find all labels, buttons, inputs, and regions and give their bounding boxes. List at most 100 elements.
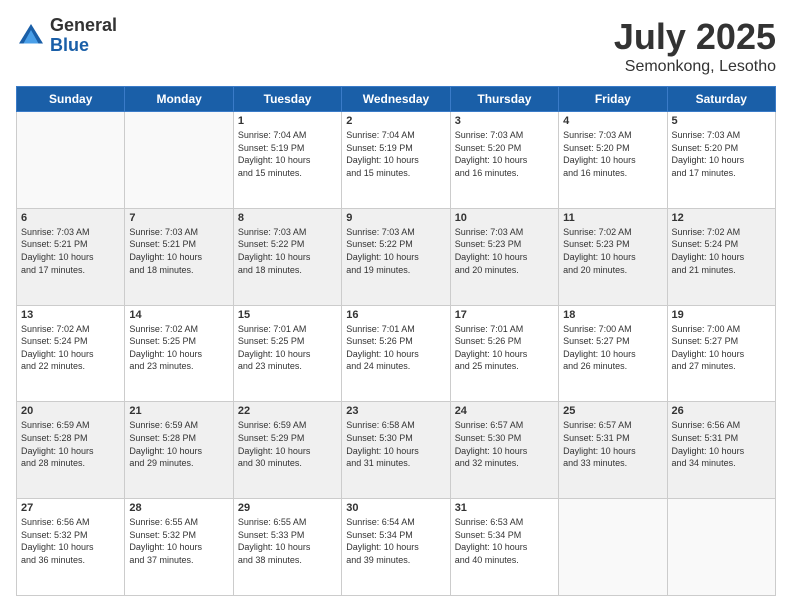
day-number: 18: [563, 309, 662, 321]
calendar-cell: 20 Sunrise: 6:59 AM Sunset: 5:28 PM Dayli…: [17, 402, 125, 499]
day-number: 22: [238, 405, 337, 417]
calendar-cell: 28Sunrise: 6:55 AM Sunset: 5:32 PM Dayli…: [125, 499, 233, 596]
day-number: 26: [672, 405, 771, 417]
day-info: Sunrise: 7:03 AM Sunset: 5:23 PM Dayligh…: [455, 226, 554, 276]
weekday-header: Sunday: [17, 87, 125, 112]
day-info: Sunrise: 7:02 AM Sunset: 5:23 PM Dayligh…: [563, 226, 662, 276]
calendar-cell: 21 Sunrise: 6:59 AM Sunset: 5:28 PM Dayli…: [125, 402, 233, 499]
logo-general: General: [50, 16, 117, 36]
weekday-header: Thursday: [450, 87, 558, 112]
calendar-week-row: 27 Sunrise: 6:56 AM Sunset: 5:32 PM Dayli…: [17, 499, 776, 596]
calendar-cell: [17, 112, 125, 209]
day-number: 11: [563, 212, 662, 224]
calendar-week-row: 6 Sunrise: 7:03 AM Sunset: 5:21 PM Daylig…: [17, 208, 776, 305]
day-number: 23: [346, 405, 445, 417]
day-info: Sunrise: 6:59 AM Sunset: 5:28 PM Dayligh…: [129, 419, 228, 469]
day-info: Sunrise: 7:01 AM Sunset: 5:26 PM Dayligh…: [346, 323, 445, 373]
calendar-week-row: 1 Sunrise: 7:04 AM Sunset: 5:19 PM Daylig…: [17, 112, 776, 209]
day-info: Sunrise: 6:56 AM Sunset: 5:32 PM Dayligh…: [21, 516, 120, 566]
day-info: Sunrise: 7:01 AM Sunset: 5:25 PM Dayligh…: [238, 323, 337, 373]
day-info: Sunrise: 7:00 AM Sunset: 5:27 PM Dayligh…: [672, 323, 771, 373]
day-info: Sunrise: 7:02 AM Sunset: 5:24 PM Dayligh…: [672, 226, 771, 276]
day-info: Sunrise: 6:57 AM Sunset: 5:30 PM Dayligh…: [455, 419, 554, 469]
calendar-cell: 30 Sunrise: 6:54 AM Sunset: 5:34 PM Dayli…: [342, 499, 450, 596]
calendar-cell: [125, 112, 233, 209]
day-info: Sunrise: 6:59 AM Sunset: 5:28 PM Dayligh…: [21, 419, 120, 469]
calendar-cell: 3 Sunrise: 7:03 AM Sunset: 5:20 PM Daylig…: [450, 112, 558, 209]
day-info: Sunrise: 6:53 AM Sunset: 5:34 PM Dayligh…: [455, 516, 554, 566]
weekday-header: Wednesday: [342, 87, 450, 112]
day-number: 13: [21, 309, 120, 321]
day-number: 6: [21, 212, 120, 224]
day-info: Sunrise: 7:03 AM Sunset: 5:20 PM Dayligh…: [672, 129, 771, 179]
day-info: Sunrise: 6:55 AM Sunset: 5:33 PM Dayligh…: [238, 516, 337, 566]
day-info: Sunrise: 7:01 AM Sunset: 5:26 PM Dayligh…: [455, 323, 554, 373]
calendar-cell: 13 Sunrise: 7:02 AM Sunset: 5:24 PM Dayli…: [17, 305, 125, 402]
day-info: Sunrise: 6:59 AM Sunset: 5:29 PM Dayligh…: [238, 419, 337, 469]
calendar-cell: 29 Sunrise: 6:55 AM Sunset: 5:33 PM Dayli…: [233, 499, 341, 596]
calendar-cell: 18Sunrise: 7:00 AM Sunset: 5:27 PM Dayli…: [559, 305, 667, 402]
calendar-week-row: 13 Sunrise: 7:02 AM Sunset: 5:24 PM Dayli…: [17, 305, 776, 402]
day-number: 14: [129, 309, 228, 321]
day-number: 21: [129, 405, 228, 417]
day-number: 19: [672, 309, 771, 321]
day-number: 3: [455, 115, 554, 127]
day-number: 15: [238, 309, 337, 321]
calendar-cell: 31Sunrise: 6:53 AM Sunset: 5:34 PM Dayli…: [450, 499, 558, 596]
day-number: 30: [346, 502, 445, 514]
day-info: Sunrise: 6:57 AM Sunset: 5:31 PM Dayligh…: [563, 419, 662, 469]
calendar-cell: 12 Sunrise: 7:02 AM Sunset: 5:24 PM Dayli…: [667, 208, 775, 305]
calendar-cell: [559, 499, 667, 596]
weekday-header: Saturday: [667, 87, 775, 112]
calendar-cell: 2 Sunrise: 7:04 AM Sunset: 5:19 PM Daylig…: [342, 112, 450, 209]
day-info: Sunrise: 7:02 AM Sunset: 5:25 PM Dayligh…: [129, 323, 228, 373]
day-number: 20: [21, 405, 120, 417]
calendar-cell: 14 Sunrise: 7:02 AM Sunset: 5:25 PM Dayli…: [125, 305, 233, 402]
calendar-week-row: 20 Sunrise: 6:59 AM Sunset: 5:28 PM Dayli…: [17, 402, 776, 499]
day-info: Sunrise: 6:54 AM Sunset: 5:34 PM Dayligh…: [346, 516, 445, 566]
day-number: 2: [346, 115, 445, 127]
day-info: Sunrise: 6:55 AM Sunset: 5:32 PM Dayligh…: [129, 516, 228, 566]
location: Semonkong, Lesotho: [614, 58, 776, 76]
day-info: Sunrise: 7:04 AM Sunset: 5:19 PM Dayligh…: [238, 129, 337, 179]
calendar-cell: 19 Sunrise: 7:00 AM Sunset: 5:27 PM Dayli…: [667, 305, 775, 402]
header: General Blue July 2025 Semonkong, Lesoth…: [16, 16, 776, 76]
logo: General Blue: [16, 16, 117, 56]
day-info: Sunrise: 7:04 AM Sunset: 5:19 PM Dayligh…: [346, 129, 445, 179]
day-number: 4: [563, 115, 662, 127]
calendar: SundayMondayTuesdayWednesdayThursdayFrid…: [16, 86, 776, 596]
day-info: Sunrise: 7:03 AM Sunset: 5:21 PM Dayligh…: [21, 226, 120, 276]
day-number: 24: [455, 405, 554, 417]
day-info: Sunrise: 7:02 AM Sunset: 5:24 PM Dayligh…: [21, 323, 120, 373]
day-number: 16: [346, 309, 445, 321]
day-info: Sunrise: 7:03 AM Sunset: 5:22 PM Dayligh…: [346, 226, 445, 276]
page: General Blue July 2025 Semonkong, Lesoth…: [0, 0, 792, 612]
calendar-cell: 22 Sunrise: 6:59 AM Sunset: 5:29 PM Dayli…: [233, 402, 341, 499]
day-number: 5: [672, 115, 771, 127]
day-info: Sunrise: 7:03 AM Sunset: 5:20 PM Dayligh…: [455, 129, 554, 179]
calendar-cell: 25Sunrise: 6:57 AM Sunset: 5:31 PM Dayli…: [559, 402, 667, 499]
calendar-cell: 11 Sunrise: 7:02 AM Sunset: 5:23 PM Dayli…: [559, 208, 667, 305]
day-number: 1: [238, 115, 337, 127]
day-info: Sunrise: 6:56 AM Sunset: 5:31 PM Dayligh…: [672, 419, 771, 469]
day-number: 29: [238, 502, 337, 514]
logo-text: General Blue: [50, 16, 117, 56]
weekday-header: Friday: [559, 87, 667, 112]
calendar-cell: 7 Sunrise: 7:03 AM Sunset: 5:21 PM Daylig…: [125, 208, 233, 305]
calendar-cell: 23Sunrise: 6:58 AM Sunset: 5:30 PM Dayli…: [342, 402, 450, 499]
weekday-header: Monday: [125, 87, 233, 112]
logo-blue: Blue: [50, 36, 117, 56]
weekday-header: Tuesday: [233, 87, 341, 112]
month-title: July 2025: [614, 16, 776, 58]
day-number: 12: [672, 212, 771, 224]
calendar-cell: 16 Sunrise: 7:01 AM Sunset: 5:26 PM Dayli…: [342, 305, 450, 402]
title-block: July 2025 Semonkong, Lesotho: [614, 16, 776, 76]
day-number: 10: [455, 212, 554, 224]
day-number: 7: [129, 212, 228, 224]
day-info: Sunrise: 7:03 AM Sunset: 5:21 PM Dayligh…: [129, 226, 228, 276]
day-number: 8: [238, 212, 337, 224]
calendar-cell: 27 Sunrise: 6:56 AM Sunset: 5:32 PM Dayli…: [17, 499, 125, 596]
calendar-cell: 8Sunrise: 7:03 AM Sunset: 5:22 PM Daylig…: [233, 208, 341, 305]
calendar-cell: 6 Sunrise: 7:03 AM Sunset: 5:21 PM Daylig…: [17, 208, 125, 305]
day-number: 27: [21, 502, 120, 514]
